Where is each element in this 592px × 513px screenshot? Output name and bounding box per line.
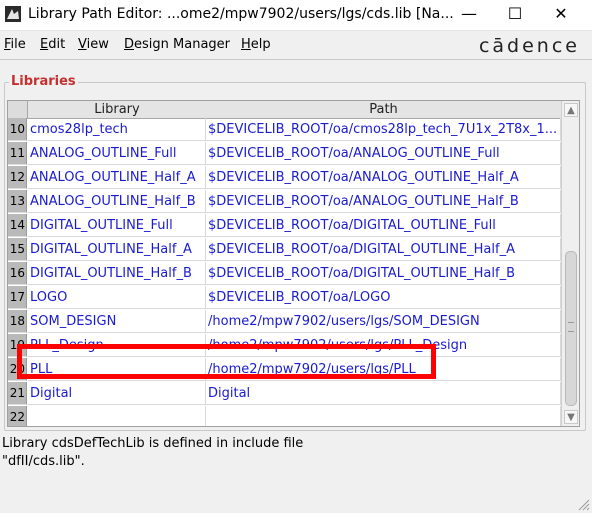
library-cell[interactable]: DIGITAL_OUTLINE_Half_A (28, 238, 206, 261)
libraries-table[interactable]: Library Path 10 cmos28lp_tech $DEVICELIB_R… (7, 100, 580, 427)
scroll-up-icon[interactable]: ▲ (564, 103, 578, 117)
row-number[interactable]: 17 (8, 286, 27, 309)
table-header: Library Path (8, 101, 562, 119)
row-number[interactable]: 14 (8, 214, 27, 237)
status-line-2: "dfII/cds.lib". (2, 454, 85, 469)
scroll-down-icon[interactable]: ▼ (564, 410, 578, 424)
menu-help[interactable]: Help (241, 37, 271, 52)
status-message: Library cdsDefTechLib is defined in incl… (2, 435, 582, 471)
header-corner (8, 101, 28, 119)
table-row[interactable]: 19 PLL_Design/home2/mpw7902/users/lgs/PLL… (8, 334, 561, 358)
libraries-group-title: Libraries (9, 74, 78, 89)
path-cell[interactable]: $DEVICELIB_ROOT/oa/ANALOG_OUTLINE_Full (206, 142, 561, 165)
row-number[interactable]: 21 (8, 382, 27, 405)
menu-view[interactable]: View (78, 37, 109, 52)
table-row[interactable]: 22 (8, 406, 561, 426)
menu-bar: File Edit View Design Manager Help cāden… (0, 31, 592, 60)
row-number[interactable]: 15 (8, 238, 27, 261)
path-cell[interactable]: Digital (206, 382, 561, 405)
table-row[interactable]: 20 PLL/home2/mpw7902/users/lgs/PLL (8, 358, 561, 382)
path-cell[interactable]: $DEVICELIB_ROOT/oa/DIGITAL_OUTLINE_Half_… (206, 238, 561, 261)
table-row[interactable]: 12 ANALOG_OUTLINE_Half_A $DEVICELIB_ROOT/o… (8, 166, 561, 190)
library-cell[interactable]: SOM_DESIGN (28, 310, 206, 333)
path-cell[interactable]: $DEVICELIB_ROOT/oa/ANALOG_OUTLINE_Half_A (206, 166, 561, 189)
library-cell[interactable]: DIGITAL_OUTLINE_Half_B (28, 262, 206, 285)
row-number[interactable]: 10 (8, 118, 27, 141)
grip-icon (568, 322, 574, 332)
scrollbar-thumb[interactable] (565, 251, 577, 406)
row-number[interactable]: 19 (8, 334, 27, 357)
library-cell[interactable] (28, 406, 206, 426)
table-row[interactable]: 11 ANALOG_OUTLINE_Full $DEVICELIB_ROOT/oa/… (8, 142, 561, 166)
vertical-scrollbar[interactable]: ▲ ▼ (561, 101, 579, 426)
path-cell[interactable]: $DEVICELIB_ROOT/oa/cmos28lp_tech_7U1x_2T… (206, 118, 561, 141)
path-cell[interactable]: $DEVICELIB_ROOT/oa/ANALOG_OUTLINE_Half_B (206, 190, 561, 213)
library-cell[interactable]: ANALOG_OUTLINE_Half_B (28, 190, 206, 213)
row-number[interactable]: 22 (8, 406, 27, 426)
table-row[interactable]: 16 DIGITAL_OUTLINE_Half_B $DEVICELIB_ROOT/… (8, 262, 561, 286)
path-cell[interactable] (206, 406, 561, 426)
status-line-1: Library cdsDefTechLib is defined in incl… (2, 436, 304, 451)
row-number[interactable]: 20 (8, 358, 27, 381)
menu-edit[interactable]: Edit (40, 37, 65, 52)
path-cell[interactable]: /home2/mpw7902/users/lgs/PLL_Design (206, 334, 561, 357)
row-number[interactable]: 16 (8, 262, 27, 285)
resize-grip-icon[interactable] (576, 497, 590, 511)
path-cell[interactable]: $DEVICELIB_ROOT/oa/DIGITAL_OUTLINE_Full (206, 214, 561, 237)
column-header-path[interactable]: Path (206, 101, 562, 119)
table-row[interactable]: 13 ANALOG_OUTLINE_Half_B $DEVICELIB_ROOT/o… (8, 190, 561, 214)
library-cell[interactable]: LOGO (28, 286, 206, 309)
table-row[interactable]: 10 cmos28lp_tech $DEVICELIB_ROOT/oa/cmos28… (8, 118, 561, 142)
row-number[interactable]: 12 (8, 166, 27, 189)
library-cell[interactable]: PLL_Design (28, 334, 206, 357)
library-path-editor-icon (5, 6, 21, 22)
path-cell[interactable]: $DEVICELIB_ROOT/oa/LOGO (206, 286, 561, 309)
menu-file[interactable]: File (4, 37, 26, 52)
table-row[interactable]: 14 DIGITAL_OUTLINE_Full $DEVICELIB_ROOT/oa… (8, 214, 561, 238)
library-cell[interactable]: ANALOG_OUTLINE_Full (28, 142, 206, 165)
table-row[interactable]: 17 LOGO $DEVICELIB_ROOT/oa/LOGO (8, 286, 561, 310)
maximize-button[interactable]: ☐ (492, 0, 538, 30)
close-button[interactable]: ✕ (538, 0, 584, 30)
library-cell[interactable]: Digital (28, 382, 206, 405)
table-row[interactable]: 18 SOM_DESIGN/home2/mpw7902/users/lgs/SOM… (8, 310, 561, 334)
minimize-button[interactable]: — (446, 0, 492, 30)
path-cell[interactable]: $DEVICELIB_ROOT/oa/DIGITAL_OUTLINE_Half_… (206, 262, 561, 285)
library-cell[interactable]: ANALOG_OUTLINE_Half_A (28, 166, 206, 189)
path-cell[interactable]: /home2/mpw7902/users/lgs/PLL (206, 358, 561, 381)
library-cell[interactable]: PLL (28, 358, 206, 381)
table-row[interactable]: 21 Digital Digital (8, 382, 561, 406)
cadence-logo: cādence (478, 35, 580, 57)
table-row[interactable]: 15 DIGITAL_OUTLINE_Half_A $DEVICELIB_ROOT/… (8, 238, 561, 262)
window-title: Library Path Editor: ...ome2/mpw7902/use… (28, 6, 454, 22)
title-bar: Library Path Editor: ...ome2/mpw7902/use… (0, 0, 592, 31)
row-number[interactable]: 18 (8, 310, 27, 333)
library-cell[interactable]: DIGITAL_OUTLINE_Full (28, 214, 206, 237)
column-header-library[interactable]: Library (28, 101, 207, 119)
menu-design-manager[interactable]: Design Manager (124, 37, 230, 52)
library-cell[interactable]: cmos28lp_tech (28, 118, 206, 141)
path-cell[interactable]: /home2/mpw7902/users/lgs/SOM_DESIGN (206, 310, 561, 333)
row-number[interactable]: 11 (8, 142, 27, 165)
row-number[interactable]: 13 (8, 190, 27, 213)
